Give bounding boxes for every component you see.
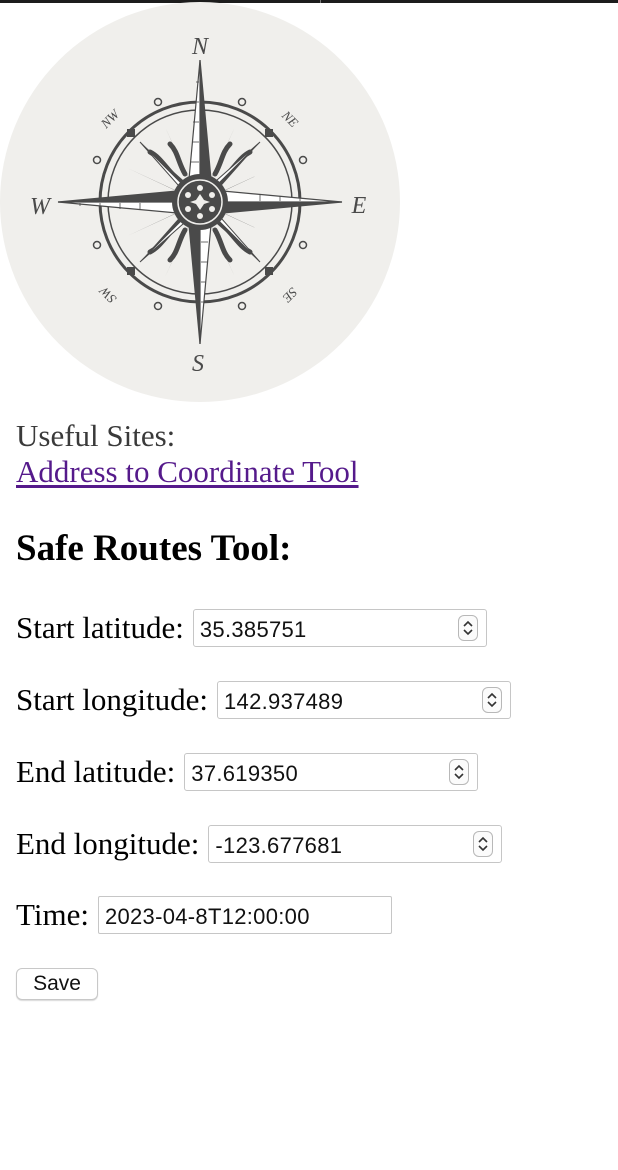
- start-longitude-spinner[interactable]: [482, 687, 503, 713]
- end-latitude-input[interactable]: 37.619350: [184, 753, 479, 791]
- useful-sites-label: Useful Sites:: [16, 418, 176, 453]
- address-to-coordinate-link[interactable]: Address to Coordinate Tool: [16, 454, 359, 490]
- end-latitude-row: End latitude: 37.619350: [16, 752, 479, 792]
- start-latitude-value: 35.385751: [199, 617, 307, 642]
- save-button[interactable]: Save: [16, 968, 98, 1000]
- form-title: Safe Routes Tool:: [16, 528, 292, 569]
- end-latitude-value: 37.619350: [191, 761, 298, 786]
- compass-north-label: N: [191, 34, 210, 60]
- compass-west-label: W: [30, 194, 52, 220]
- end-longitude-label: End longitude:: [16, 826, 200, 861]
- start-latitude-input[interactable]: 35.385751: [192, 609, 487, 647]
- compass-image: N S E W NW NE SW SE: [0, 2, 400, 402]
- end-longitude-input[interactable]: -123.677681: [208, 825, 503, 863]
- time-input[interactable]: 2023-04-8T12:00:00: [97, 896, 392, 934]
- start-latitude-label: Start latitude:: [16, 610, 184, 645]
- start-latitude-spinner[interactable]: [457, 615, 478, 641]
- start-longitude-row: Start longitude: 142.937489: [16, 680, 512, 720]
- time-label: Time:: [16, 897, 89, 932]
- compass-east-label: E: [351, 193, 367, 219]
- end-longitude-value: -123.677681: [215, 833, 343, 858]
- end-longitude-row: End longitude: -123.677681: [16, 824, 503, 864]
- compass-rose-icon: N S E W NW NE SW SE: [0, 2, 400, 402]
- compass-south-label: S: [192, 351, 204, 377]
- start-longitude-input[interactable]: 142.937489: [217, 681, 512, 719]
- end-latitude-label: End latitude:: [16, 754, 176, 789]
- time-row: Time: 2023-04-8T12:00:00: [16, 895, 392, 935]
- end-longitude-spinner[interactable]: [473, 831, 494, 857]
- end-latitude-spinner[interactable]: [449, 759, 470, 785]
- start-longitude-value: 142.937489: [224, 689, 344, 714]
- time-value: 2023-04-8T12:00:00: [104, 904, 310, 929]
- start-latitude-row: Start latitude: 35.385751: [16, 608, 487, 648]
- start-longitude-label: Start longitude:: [16, 682, 209, 717]
